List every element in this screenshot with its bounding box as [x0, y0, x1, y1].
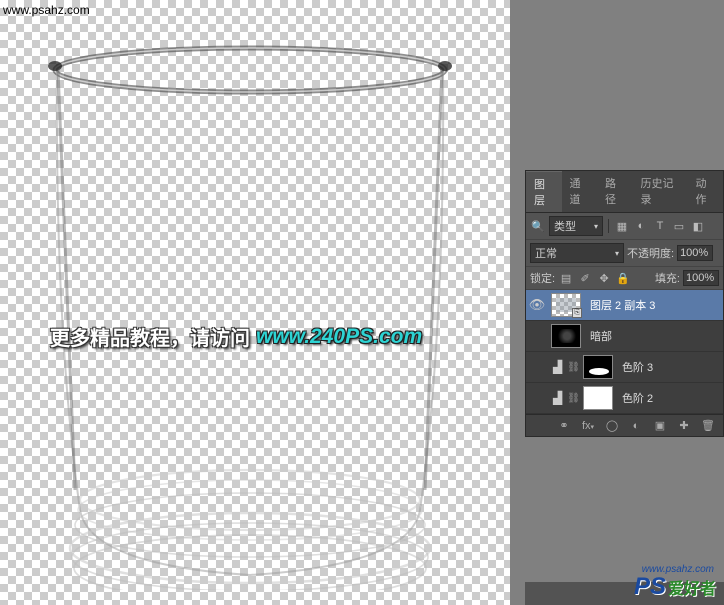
filter-type-label: 类型: [554, 218, 576, 234]
layer-thumbnails: ▟⛓: [548, 386, 616, 410]
filter-type-dropdown[interactable]: 类型 ▾: [549, 216, 603, 236]
layer-mask-thumbnail[interactable]: [583, 386, 613, 410]
new-layer-icon[interactable]: ✚: [675, 419, 693, 432]
filter-text-icon[interactable]: T: [652, 218, 668, 234]
panel-tabs: 图层通道路径历史记录动作: [526, 171, 723, 213]
blend-mode-value: 正常: [535, 245, 557, 261]
visibility-toggle[interactable]: 👁: [526, 297, 548, 313]
add-mask-icon[interactable]: ◯: [603, 419, 621, 432]
glass-artwork: [30, 30, 470, 590]
filter-row: 🔍 类型 ▾ ▦ ◐ T ▭ ◧: [526, 213, 723, 240]
blend-mode-dropdown[interactable]: 正常 ▾: [530, 243, 624, 263]
lock-row: 锁定: ▤ ✐ ✥ 🔒 填充: 100%: [526, 267, 723, 290]
tab-channels[interactable]: 通道: [562, 171, 598, 212]
panel-bottom-bar: ⚭ fx▾ ◯ ◐ ▣ ✚ 🗑: [526, 414, 723, 436]
tab-history[interactable]: 历史记录: [633, 171, 688, 212]
opacity-value: 100%: [680, 247, 708, 259]
layers-panel: 图层通道路径历史记录动作 🔍 类型 ▾ ▦ ◐ T ▭ ◧ 正常 ▾ 不透明度:…: [525, 170, 724, 437]
delete-layer-icon[interactable]: 🗑: [699, 419, 717, 432]
overlay-text: 更多精品教程，请访问 www.240PS.com: [50, 322, 422, 351]
layer-name-label[interactable]: 暗部: [584, 328, 612, 344]
workspace-gray-bottom: [525, 437, 724, 582]
layer-name-label[interactable]: 图层 2 副本 3: [584, 297, 655, 313]
layer-fx-icon[interactable]: fx▾: [579, 420, 597, 432]
mask-link-icon[interactable]: ⛓: [567, 362, 580, 373]
adjustment-levels-icon: ▟: [551, 360, 564, 374]
search-icon[interactable]: 🔍: [530, 218, 546, 234]
watermark-text: 爱好者: [668, 575, 716, 599]
fill-value: 100%: [686, 272, 714, 284]
fill-input[interactable]: 100%: [683, 270, 719, 286]
panel-divider: [510, 0, 525, 605]
tab-actions[interactable]: 动作: [688, 171, 724, 212]
layer-list: 👁⎘图层 2 副本 3暗部▟⛓色阶 3▟⛓色阶 2: [526, 290, 723, 414]
canvas-area[interactable]: 更多精品教程，请访问 www.240PS.com www.psahz.com: [0, 0, 510, 605]
layer-thumbnail[interactable]: [551, 324, 581, 348]
layer-row[interactable]: ▟⛓色阶 3: [526, 352, 723, 383]
lock-label: 锁定:: [530, 270, 555, 286]
overlay-text-cn: 更多精品教程，请访问: [50, 322, 250, 351]
new-adjustment-icon[interactable]: ◐: [627, 420, 645, 432]
layer-name-label[interactable]: 色阶 3: [616, 359, 653, 375]
layer-thumbnail[interactable]: ⎘: [551, 293, 581, 317]
lock-transparent-icon[interactable]: ▤: [558, 270, 574, 286]
chevron-down-icon: ▾: [615, 249, 619, 258]
lock-position-icon[interactable]: ✥: [596, 270, 612, 286]
layer-mask-thumbnail[interactable]: [583, 355, 613, 379]
tab-paths[interactable]: 路径: [597, 171, 633, 212]
layer-row[interactable]: ▟⛓色阶 2: [526, 383, 723, 414]
separator: [608, 219, 609, 233]
new-group-icon[interactable]: ▣: [651, 419, 669, 432]
chevron-down-icon: ▾: [594, 222, 598, 231]
filter-adjust-icon[interactable]: ◐: [633, 218, 649, 234]
opacity-label: 不透明度:: [627, 245, 674, 261]
layer-thumbnails: ⎘: [548, 293, 584, 317]
overlay-text-url: www.240PS.com: [256, 325, 422, 349]
workspace-gray-top: [525, 0, 724, 170]
layer-row[interactable]: 👁⎘图层 2 副本 3: [526, 290, 723, 321]
blend-row: 正常 ▾ 不透明度: 100%: [526, 240, 723, 267]
link-layers-icon[interactable]: ⚭: [555, 419, 573, 432]
lock-brush-icon[interactable]: ✐: [577, 270, 593, 286]
fill-label: 填充:: [655, 270, 680, 286]
layer-thumbnails: ▟⛓: [548, 355, 616, 379]
lock-all-icon[interactable]: 🔒: [615, 270, 631, 286]
adjustment-levels-icon: ▟: [551, 391, 564, 405]
filter-smart-icon[interactable]: ◧: [690, 218, 706, 234]
transparency-checker: 更多精品教程，请访问 www.240PS.com: [0, 0, 510, 605]
mask-link-icon[interactable]: ⛓: [567, 393, 580, 404]
opacity-input[interactable]: 100%: [677, 245, 713, 261]
watermark-bottom-right: PS 爱好者: [634, 573, 716, 601]
filter-shape-icon[interactable]: ▭: [671, 218, 687, 234]
layer-name-label[interactable]: 色阶 2: [616, 390, 653, 406]
tab-layers[interactable]: 图层: [526, 171, 562, 212]
watermark-ps: PS: [634, 573, 666, 601]
watermark-top-left: www.psahz.com: [3, 3, 90, 17]
layer-thumbnails: [548, 324, 584, 348]
layer-row[interactable]: 暗部: [526, 321, 723, 352]
filter-pixel-icon[interactable]: ▦: [614, 218, 630, 234]
